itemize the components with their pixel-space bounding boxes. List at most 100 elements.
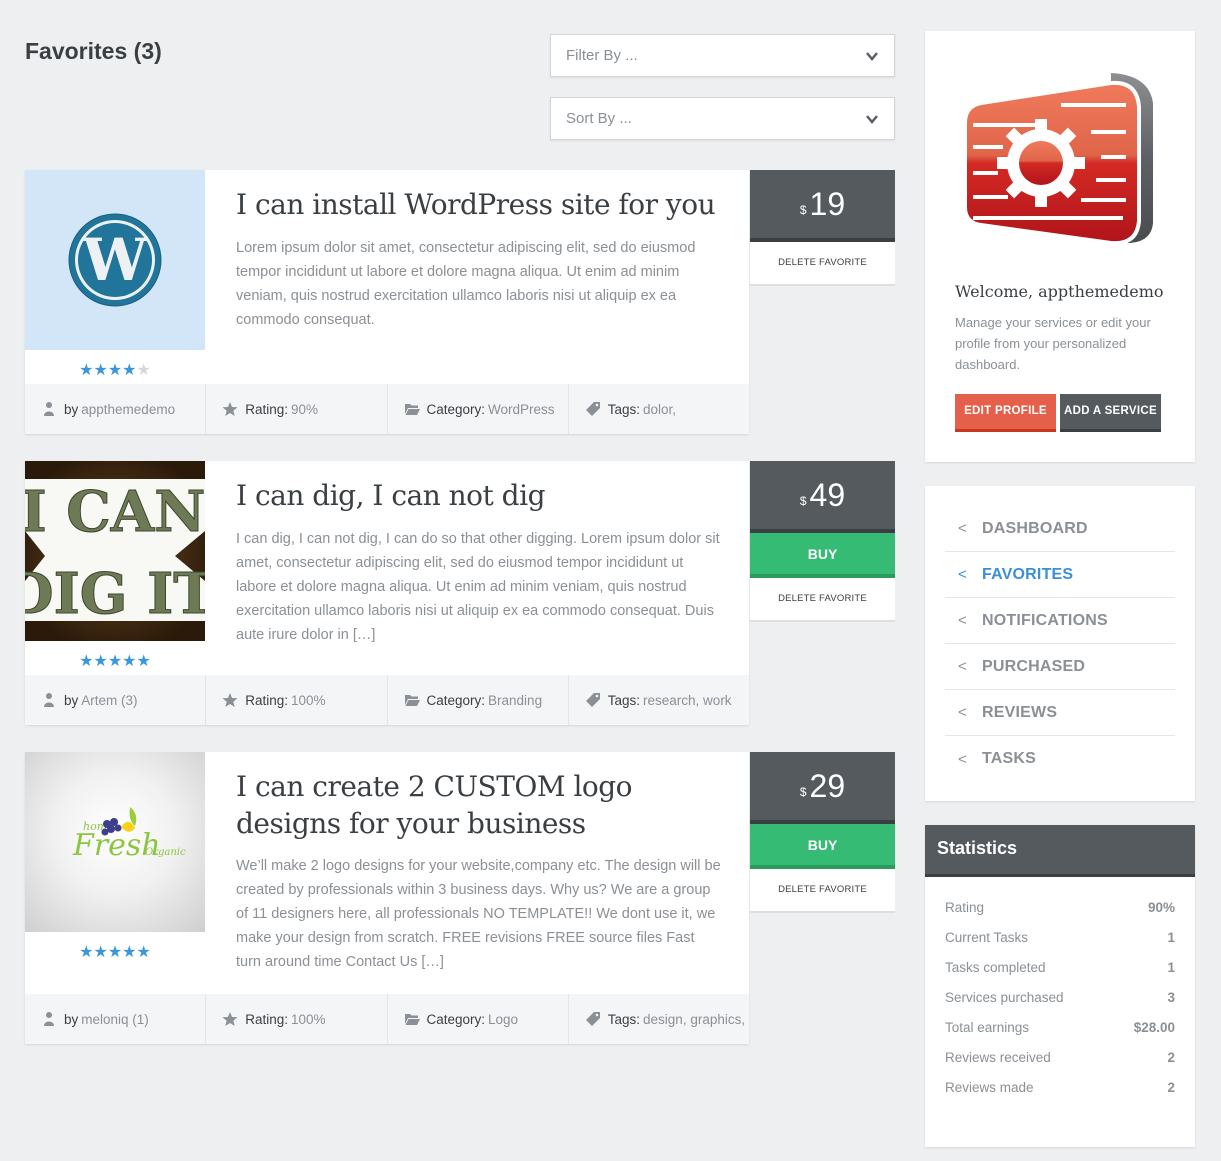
author-cell: by appthemedemo (25, 384, 207, 434)
i-can-dig-it-thumbnail[interactable]: I CAN DIG IT (25, 461, 205, 641)
stat-row: Reviews made 2 (945, 1080, 1175, 1095)
home-fresh-organic-thumbnail[interactable]: home Fresh Organic (25, 752, 205, 932)
delete-favorite-button[interactable]: DELETE FAVORITE (750, 578, 895, 620)
delete-favorite-button[interactable]: DELETE FAVORITE (750, 869, 895, 911)
sort-by-select[interactable]: Sort By ... (550, 97, 895, 140)
filter-by-placeholder: Filter By ... (566, 47, 638, 64)
svg-text:Organic: Organic (145, 847, 186, 858)
wordpress-logo-thumbnail[interactable]: W (25, 170, 205, 350)
author-link[interactable]: Artem (3) (81, 693, 137, 708)
service-meta: by appthemedemo Rating: 90% Category: WordP… (25, 384, 749, 434)
service-title[interactable]: I can dig, I can not dig (236, 477, 726, 514)
service-card: I CAN DIG IT ★★★★★ I can dig, I can not … (25, 461, 749, 725)
category-cell: Category: WordPress (388, 384, 569, 434)
star-icon (222, 402, 238, 416)
category-link[interactable]: WordPress (488, 402, 555, 417)
price-tag: $29 (750, 752, 895, 824)
service-description: We’ll make 2 logo designs for your websi… (236, 858, 721, 970)
tag-icon (585, 402, 600, 416)
nav-item-reviews[interactable]: < REVIEWS (945, 690, 1175, 736)
nav-item-dashboard[interactable]: < DASHBOARD (945, 506, 1175, 552)
author-link[interactable]: meloniq (1) (81, 1012, 149, 1027)
statistics-panel: Statistics Rating 90% Current Tasks 1 Task… (925, 825, 1195, 1147)
author-cell: by meloniq (1) (25, 994, 207, 1044)
filter-by-select[interactable]: Filter By ... (550, 34, 895, 77)
i-can-dig-it-image: I CAN DIG IT (25, 479, 205, 628)
price-tag: $49 (750, 461, 895, 533)
svg-text:DIG IT: DIG IT (25, 561, 205, 627)
welcome-heading: Welcome, appthemedemo (955, 282, 1164, 301)
stat-row: Rating 90% (945, 900, 1175, 915)
service-card: home Fresh Organic ★★★★★ I can create 2 … (25, 752, 749, 1044)
star-empty-icon: ★ (136, 362, 151, 379)
add-a-service-button[interactable]: ADD A SERVICE (1060, 394, 1161, 432)
chevron-left-icon: < (958, 612, 967, 629)
chevron-left-icon: < (958, 750, 967, 768)
service-title[interactable]: I can create 2 CUSTOM logo designs for y… (236, 768, 726, 842)
tags-link[interactable]: design, graphics, (643, 1012, 745, 1027)
category-cell: Category: Logo (388, 994, 569, 1044)
rating-cell: Rating: 90% (206, 384, 388, 434)
star-icon (222, 693, 238, 707)
category-link[interactable]: Logo (488, 1012, 518, 1027)
stat-row: Services purchased 3 (945, 990, 1175, 1005)
tags-cell: Tags: research, work (569, 675, 749, 725)
tags-link[interactable]: dolor, (643, 402, 676, 417)
star-icon: ★★★★ (79, 362, 137, 379)
stat-row: Current Tasks 1 (945, 930, 1175, 945)
tags-cell: Tags: dolor, (569, 384, 749, 434)
service-title[interactable]: I can install WordPress site for you (236, 186, 726, 223)
star-icon: ★★★★★ (79, 653, 151, 670)
folder-icon (404, 1014, 420, 1025)
author-link[interactable]: appthemedemo (81, 402, 175, 417)
user-icon (44, 402, 54, 416)
tags-link[interactable]: research, work (643, 693, 732, 708)
folder-icon (404, 695, 420, 706)
user-icon (44, 693, 54, 707)
statistics-heading: Statistics (925, 825, 1195, 877)
stat-row: Reviews received 2 (945, 1050, 1175, 1065)
buy-button[interactable]: BUY (750, 533, 895, 578)
nav-item-notifications[interactable]: < NOTIFICATIONS (945, 598, 1175, 644)
chevron-left-icon: < (958, 658, 967, 675)
service-meta: by Artem (3) Rating: 100% Category: Brandin… (25, 675, 749, 725)
star-icon (222, 1012, 238, 1026)
edit-profile-button[interactable]: EDIT PROFILE (955, 394, 1056, 432)
tag-icon (585, 1012, 600, 1026)
folder-icon (404, 404, 420, 415)
buy-button[interactable]: BUY (750, 824, 895, 869)
chevron-left-icon: < (958, 704, 967, 721)
stat-row: Total earnings $28.00 (945, 1020, 1175, 1035)
welcome-blurb: Manage your services or edit your profil… (955, 315, 1151, 372)
chevron-down-icon (866, 51, 878, 61)
wordpress-icon: W (68, 213, 162, 307)
price-box: $49 BUY DELETE FAVORITE (750, 461, 895, 620)
rating-cell: Rating: 100% (206, 994, 388, 1044)
profile-panel: Welcome, appthemedemo Manage your servic… (925, 31, 1195, 462)
nav-item-favorites[interactable]: < FAVORITES (945, 552, 1175, 598)
sort-by-placeholder: Sort By ... (566, 110, 632, 127)
service-card: W ★★★★★ I can install WordPress site for… (25, 170, 749, 434)
category-link[interactable]: Branding (488, 693, 542, 708)
service-description: Lorem ipsum dolor sit amet, consectetur … (236, 240, 696, 328)
star-rating: ★★★★★ (25, 360, 205, 380)
rating-cell: Rating: 100% (206, 675, 388, 725)
tags-cell: Tags: design, graphics, (569, 994, 749, 1044)
service-description: I can dig, I can not dig, I can do so th… (236, 531, 720, 643)
star-rating: ★★★★★ (25, 942, 205, 962)
star-icon: ★★★★★ (79, 944, 151, 961)
dashboard-nav-panel: < DASHBOARD < FAVORITES < NOTIFICATIONS < PU… (925, 486, 1195, 801)
nav-item-tasks[interactable]: < TASKS (945, 736, 1175, 782)
home-fresh-organic-logo: home Fresh Organic (72, 807, 186, 863)
user-icon (44, 1012, 54, 1026)
delete-favorite-button[interactable]: DELETE FAVORITE (750, 242, 895, 284)
author-cell: by Artem (3) (25, 675, 207, 725)
nav-item-purchased[interactable]: < PURCHASED (945, 644, 1175, 690)
stat-row: Tasks completed 1 (945, 960, 1175, 975)
settings-app-logo-icon (963, 73, 1153, 246)
chevron-down-icon (866, 114, 878, 124)
chevron-left-icon: < (958, 566, 967, 583)
category-cell: Category: Branding (388, 675, 569, 725)
service-meta: by meloniq (1) Rating: 100% Category: Logo … (25, 994, 749, 1044)
price-box: $29 BUY DELETE FAVORITE (750, 752, 895, 911)
